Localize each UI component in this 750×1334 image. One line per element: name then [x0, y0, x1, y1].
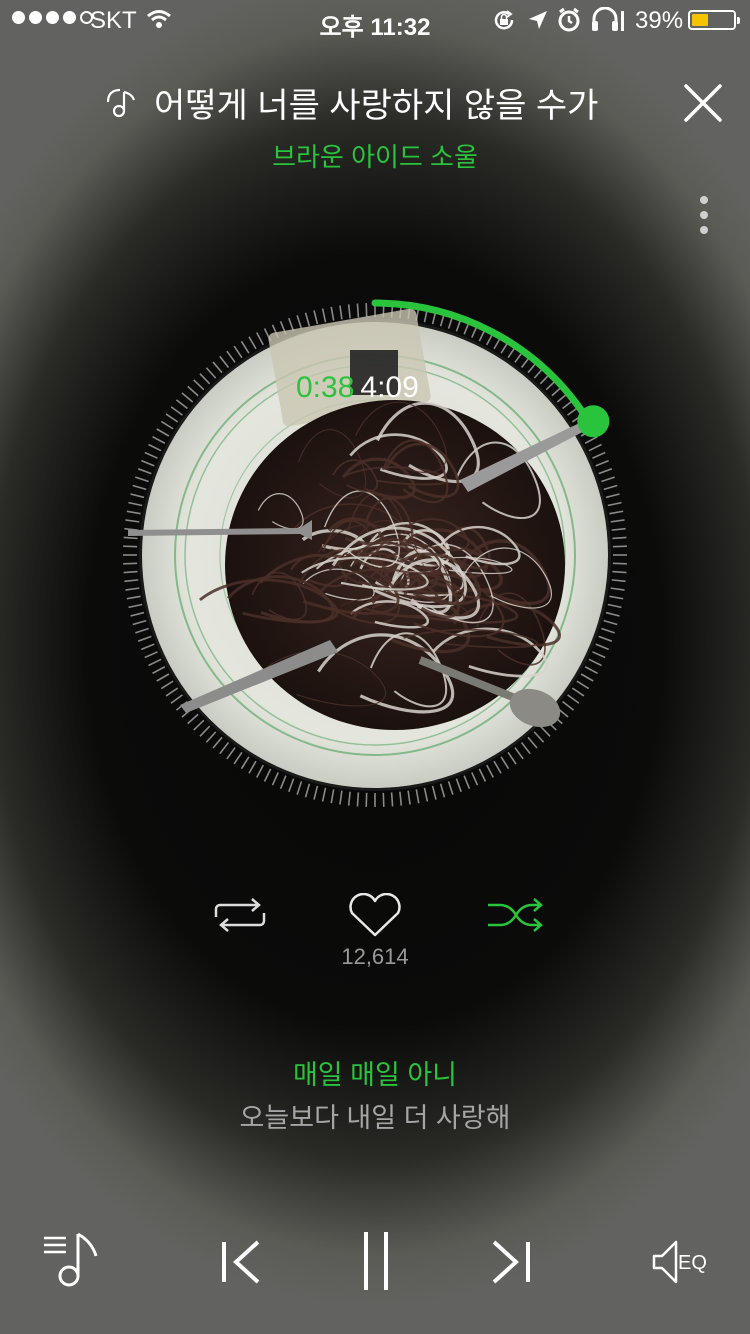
next-track-button[interactable]: [488, 1228, 534, 1298]
time-display: 0:38 4:09: [296, 371, 419, 405]
close-button[interactable]: [680, 80, 726, 126]
track-title-marquee: 어떻게 너를 사랑하지 않을 수가: [154, 78, 706, 126]
like-button[interactable]: [344, 893, 406, 939]
status-bar: SKT 오후 11:32 39%: [0, 0, 750, 41]
lyric-current-line[interactable]: 매일 매일 아니: [0, 1053, 750, 1092]
eq-label: EQ: [678, 1252, 707, 1274]
album-dial[interactable]: [0, 280, 750, 820]
location-icon: [529, 11, 547, 29]
music-note-icon: [106, 88, 136, 118]
playlist-button[interactable]: [40, 1228, 104, 1298]
artist-name[interactable]: 브라운 아이드 소울: [0, 137, 750, 174]
pause-button[interactable]: [356, 1226, 396, 1296]
alarm-icon: [558, 7, 580, 32]
speaker-icon: [652, 1240, 678, 1284]
battery-icon: [688, 10, 740, 30]
headphones-icon: [592, 7, 624, 31]
progress-knob[interactable]: [577, 405, 610, 438]
previous-track-button[interactable]: [218, 1228, 264, 1298]
repeat-button[interactable]: [208, 895, 272, 935]
lyric-next-line[interactable]: 오늘보다 내일 더 사랑해: [0, 1096, 750, 1135]
shuffle-button[interactable]: [484, 895, 548, 935]
like-count: 12,614: [341, 944, 409, 969]
battery-percent: 39%: [635, 7, 684, 34]
current-time: 0:38: [296, 371, 355, 404]
track-title: 어떻게 너를 사랑하지 않을 수가: [154, 87, 599, 125]
more-options-button[interactable]: [690, 192, 718, 238]
equalizer-button[interactable]: EQ: [648, 1236, 724, 1288]
rotation-lock-icon: [494, 10, 514, 30]
total-time: 4:09: [360, 371, 419, 404]
